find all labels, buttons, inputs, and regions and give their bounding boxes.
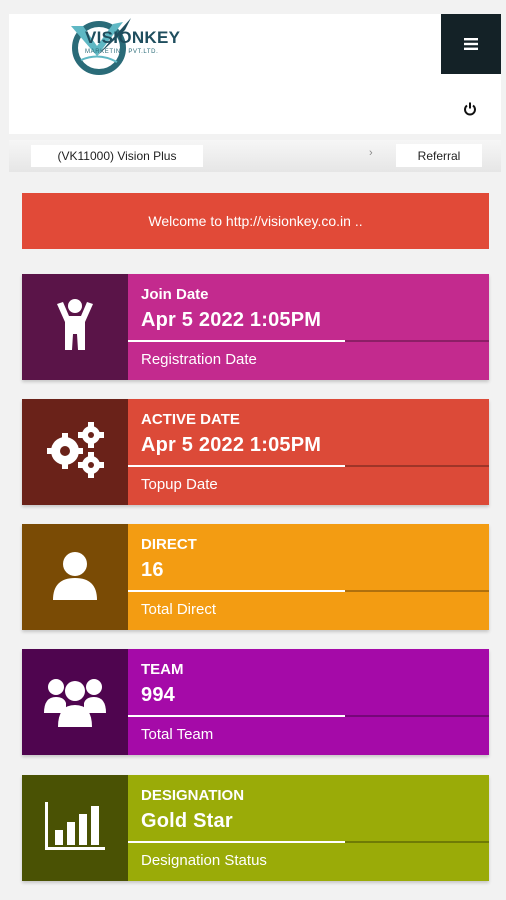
brand-text: VISIONKEY MARKETING PVT.LTD. [85,28,180,55]
card-body: TEAM 994 Total Team [128,649,489,755]
brand-tagline: MARKETING PVT.LTD. [85,49,159,55]
card-description: Registration Date [141,351,257,368]
group-icon [44,673,106,732]
card-progress-fill [128,590,345,592]
card-value: 994 [141,684,175,706]
card-icon-panel [22,775,128,881]
card-progress-fill [128,340,345,342]
card-value: Apr 5 2022 1:05PM [141,309,322,331]
person-icon [53,298,97,357]
account-chip[interactable]: (VK11000) Vision Plus [31,145,203,167]
card-progress-bar [128,465,489,467]
referral-button[interactable]: Referral [396,144,482,167]
stat-card[interactable]: DESIGNATION Gold Star Designation Status [22,775,489,881]
welcome-banner: Welcome to http://visionkey.co.in .. [22,193,489,249]
card-description: Total Direct [141,601,217,618]
stat-card[interactable]: ACTIVE DATE Apr 5 2022 1:05PM Topup Date [22,399,489,505]
card-progress-fill [128,465,345,467]
card-icon-panel [22,274,128,380]
card-body: DIRECT 16 Total Direct [128,524,489,630]
card-progress-bar [128,841,489,843]
card-label: ACTIVE DATE [141,411,240,428]
card-description: Topup Date [141,476,218,493]
card-label: Join Date [141,286,209,303]
card-body: ACTIVE DATE Apr 5 2022 1:05PM Topup Date [128,399,489,505]
power-icon [464,102,476,116]
card-progress-bar [128,590,489,592]
card-progress-fill [128,715,345,717]
app-header: VISIONKEY MARKETING PVT.LTD. [9,14,501,134]
card-value: Apr 5 2022 1:05PM [141,434,322,456]
card-progress-bar [128,715,489,717]
stat-card[interactable]: TEAM 994 Total Team [22,649,489,755]
card-value: 16 [141,559,164,581]
card-icon-panel [22,524,128,630]
card-label: DIRECT [141,536,197,553]
brand-name: VISIONKEY [85,28,181,47]
card-description: Total Team [141,726,214,743]
logout-button[interactable] [455,94,485,124]
user-icon [51,550,99,605]
card-label: TEAM [141,661,184,678]
breadcrumb-bar: (VK11000) Vision Plus › Referral [9,140,501,172]
card-label: DESIGNATION [141,787,245,804]
stat-card[interactable]: Join Date Apr 5 2022 1:05PM Registration D… [22,274,489,380]
hamburger-icon [464,38,478,50]
card-body: DESIGNATION Gold Star Designation Status [128,775,489,881]
card-icon-panel [22,399,128,505]
gears-icon [43,421,107,484]
breadcrumb-arrow-icon: › [369,147,373,159]
menu-button[interactable] [441,14,501,74]
bar-chart-icon [45,801,105,855]
card-progress-bar [128,340,489,342]
card-description: Designation Status [141,852,267,869]
stat-card[interactable]: DIRECT 16 Total Direct [22,524,489,630]
card-value: Gold Star [141,810,233,832]
card-icon-panel [22,649,128,755]
card-progress-fill [128,841,345,843]
card-body: Join Date Apr 5 2022 1:05PM Registration D… [128,274,489,380]
